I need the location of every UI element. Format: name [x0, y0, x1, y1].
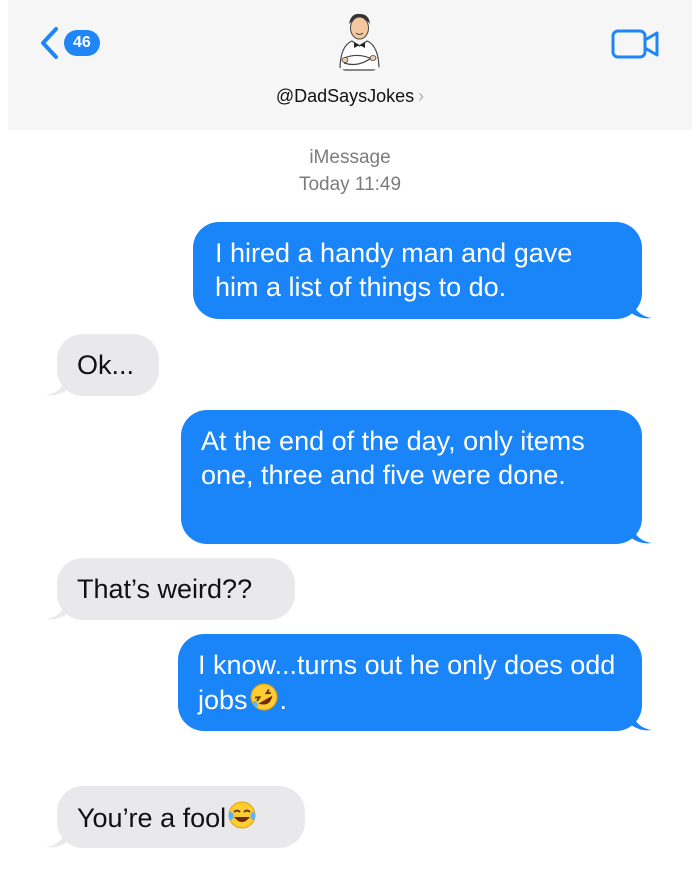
- chevron-left-icon: [41, 27, 58, 59]
- contact-name-button[interactable]: @DadSaysJokes ›: [8, 86, 692, 107]
- contact-name: @DadSaysJokes: [275, 86, 415, 106]
- sent-message-bubble[interactable]: I hired a handy man and gave him a list …: [193, 222, 642, 319]
- avatar[interactable]: [326, 8, 392, 74]
- received-message-bubble[interactable]: Ok...: [57, 334, 159, 396]
- unread-count-badge: 46: [64, 30, 100, 56]
- sent-message-bubble[interactable]: I know...turns out he only does odd jobs…: [178, 634, 642, 731]
- bubble-tail: [46, 599, 68, 620]
- video-camera-icon: [611, 29, 659, 59]
- message-text: You’re a fool: [77, 803, 227, 833]
- bubble-tail: [46, 827, 68, 848]
- received-message-bubble[interactable]: That’s weird??: [57, 558, 295, 620]
- bubble-tail: [630, 298, 652, 319]
- bubble-tail: [630, 710, 652, 731]
- bubble-tail: [630, 523, 652, 544]
- message-text: Ok...: [77, 350, 135, 380]
- facetime-video-button[interactable]: [611, 27, 661, 61]
- bubble-tail: [46, 375, 68, 396]
- message-suffix: .: [279, 685, 288, 715]
- message-text: At the end of the day, only items one, t…: [201, 426, 585, 490]
- timestamp: Today 11:49: [298, 174, 402, 195]
- back-button[interactable]: 46: [38, 24, 100, 62]
- message-text: I hired a handy man and gave him a list …: [215, 238, 573, 302]
- service-label: iMessage: [309, 147, 391, 168]
- message-text: That’s weird??: [77, 574, 253, 604]
- face-with-tears-of-joy-emoji: [228, 801, 256, 829]
- chevron-right-icon: ›: [418, 86, 425, 106]
- conversation-header: 46 @DadSaysJokes ›: [8, 0, 692, 130]
- rolling-on-floor-laughing-emoji: [250, 683, 278, 711]
- sent-message-bubble[interactable]: At the end of the day, only items one, t…: [181, 410, 642, 544]
- man-avatar-icon: [339, 13, 380, 71]
- received-message-bubble[interactable]: You’re a fool: [57, 786, 305, 848]
